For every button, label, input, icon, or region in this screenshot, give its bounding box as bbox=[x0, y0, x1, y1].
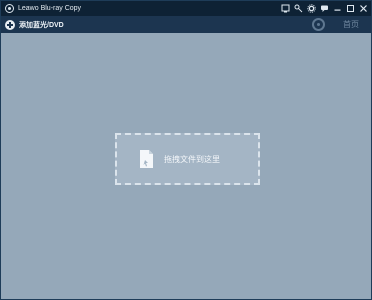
drop-zone[interactable]: 拖拽文件到这里 bbox=[115, 133, 260, 185]
key-icon[interactable] bbox=[294, 4, 303, 13]
chat-icon[interactable] bbox=[320, 4, 329, 13]
toolbar: 添加蓝光/DVD 首页 bbox=[1, 16, 371, 33]
drop-zone-text: 拖拽文件到这里 bbox=[164, 154, 220, 164]
window-title: Leawo Blu-ray Copy bbox=[18, 5, 82, 12]
title-bar[interactable]: Leawo Blu-ray Copy bbox=[1, 1, 371, 16]
home-button[interactable]: 首页 bbox=[337, 19, 365, 30]
add-icon bbox=[5, 19, 15, 30]
add-bluray-dvd-label: 添加蓝光/DVD bbox=[19, 21, 64, 29]
add-bluray-dvd-button[interactable]: 添加蓝光/DVD bbox=[5, 18, 64, 32]
close-icon[interactable] bbox=[359, 4, 368, 13]
app-window: Leawo Blu-ray Copy 添加蓝光/DVD 首页 拖拽文件到这里 bbox=[0, 0, 372, 300]
app-logo-icon bbox=[5, 4, 14, 13]
registration-icon[interactable] bbox=[281, 4, 290, 13]
title-bar-controls bbox=[281, 2, 368, 15]
burn-disc-icon[interactable] bbox=[312, 18, 325, 31]
maximize-icon[interactable] bbox=[346, 4, 355, 13]
settings-icon[interactable] bbox=[307, 4, 316, 13]
minimize-icon[interactable] bbox=[333, 4, 342, 13]
file-drop-icon bbox=[140, 150, 153, 168]
